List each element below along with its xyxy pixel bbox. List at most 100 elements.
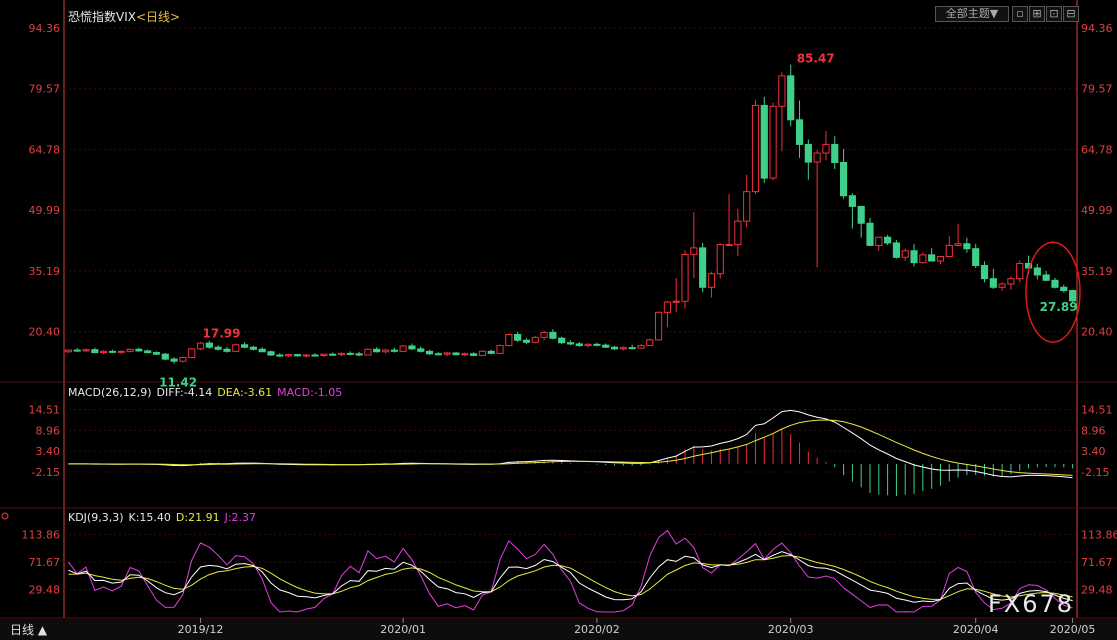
price-tick-label: 79.57 [1081,83,1113,96]
candle-body [558,337,566,344]
timeframe-label[interactable]: <日线> [136,10,180,24]
candle-body [681,253,689,302]
kdj-tick-label: 113.86 [22,529,61,542]
candle-body [417,348,425,352]
candle-body [901,250,909,258]
candle-body [196,342,205,350]
chart-canvas[interactable]: 20.40 20.40 35.19 35.19 49.99 49.99 64.78 64.78… [0,0,1117,640]
macd-diff-value: DIFF:-4.14 [156,386,213,399]
candle-body [276,354,284,357]
candle-body [364,348,372,356]
candle-body [875,236,883,246]
candle-body [487,350,495,354]
candle-body [82,349,90,352]
candle-body [989,278,997,288]
candle-body [329,353,337,356]
kdj-tick-label: 71.67 [29,556,61,569]
candle-body [470,353,478,356]
candle-body [646,339,654,347]
candle-body [91,349,99,354]
candle-body [337,352,346,356]
candle-body [381,349,390,353]
layout-maximize-icon[interactable]: ⊡ [1046,6,1062,22]
price-tick-label: 49.99 [29,204,61,217]
candle-body [954,243,962,246]
price-tick-label: 35.19 [1081,265,1113,278]
candle-body [884,236,892,244]
candle-body [214,346,222,350]
candle-body [188,348,196,358]
period-toggle-button[interactable]: 日线 ▲ [10,621,47,638]
candle-body [293,354,302,357]
candle-body [170,358,178,362]
candle-body [302,354,310,357]
candle-body [672,300,680,303]
annotation-last-label: 27.89 [1040,300,1078,314]
chart-title: 恐慌指数VIX<日线> [68,8,180,25]
candle-body [1051,279,1059,288]
candle-body [320,353,328,356]
candle-body [787,75,795,121]
candle-body [593,343,601,346]
candle-body [910,250,918,264]
candle-body [655,311,663,341]
candle-body [434,353,442,356]
candle-body [135,348,143,352]
candle-body [399,345,407,352]
candle-body [496,345,504,354]
kdj-tick-label: 29.48 [1081,584,1113,597]
candle-body [690,247,698,255]
candle-body [117,350,125,353]
candle-body [972,248,980,267]
macd-tick-label: 3.40 [1081,445,1106,458]
candle-body [240,344,249,348]
candle-body [566,342,575,345]
window-restore-icon[interactable]: ▫ [1012,6,1028,22]
price-tick-label: 94.36 [1081,22,1113,35]
candle-body [928,254,936,262]
candle-body [514,333,522,341]
candle-body [980,265,989,280]
candle-body [1033,267,1041,276]
candle-body [769,105,777,179]
candle-body [699,247,707,288]
candle-body [100,350,108,354]
candle-body [346,352,354,355]
candle-body [857,205,865,224]
candle-body [610,346,619,350]
layout-grid-icon[interactable]: ⊞ [1029,6,1045,22]
theme-dropdown[interactable]: 全部主题▼ [935,6,1009,22]
annotation-high-label: 85.47 [797,51,835,65]
macd-dea-value: DEA:-3.61 [217,386,273,399]
candle-body [443,352,451,355]
candle-body [725,244,733,247]
candle-body [945,244,953,257]
candle-body [522,339,531,343]
candle-body [778,75,786,107]
candle-body [549,331,557,339]
candle-body [179,356,187,362]
candle-body [408,345,416,350]
candle-body [822,143,830,154]
candle-body [258,348,266,353]
price-tick-label: 79.57 [29,83,61,96]
candle-body [602,344,610,348]
candle-body [452,352,460,356]
candle-body [505,333,513,347]
time-axis-label: 2019/12 [178,623,224,636]
kdj-tick-label: 29.48 [29,584,61,597]
candle-body [531,336,539,343]
candle-body [249,346,257,350]
annotation-high-label: 17.99 [203,327,241,341]
macd-tick-label: 8.96 [36,424,61,437]
price-tick-label: 20.40 [1081,326,1113,339]
kdj-params: KDJ(9,3,3) [68,511,124,524]
candle-body [126,348,134,352]
layout-split-icon[interactable]: ⊟ [1063,6,1079,22]
candle-body [232,344,240,352]
price-tick-label: 49.99 [1081,204,1113,217]
price-tick-label: 64.78 [29,143,61,156]
candle-body [866,222,874,246]
macd-tick-label: 3.40 [36,445,61,458]
macd-tick-label: 8.96 [1081,424,1106,437]
